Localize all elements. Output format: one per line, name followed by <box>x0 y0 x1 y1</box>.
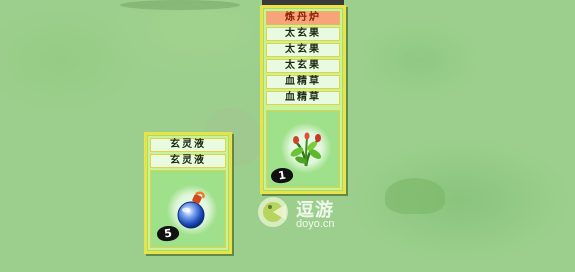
ingredient-label: 玄灵液 <box>150 138 226 152</box>
site-watermark: 逗游 doyo.cn <box>256 192 376 237</box>
furnace-recipe-panel[interactable]: 炼丹炉 太玄果 太玄果 太玄果 血精草 血精草 1 <box>260 5 346 194</box>
ingredient-label: 太玄果 <box>266 59 340 73</box>
background-bush <box>385 178 445 214</box>
item-count-badge: 1 <box>270 166 294 185</box>
ingredient-label: 血精草 <box>266 91 340 105</box>
ingredient-label: 血精草 <box>266 75 340 89</box>
item-count-badge: 5 <box>156 224 180 243</box>
elixir-panel[interactable]: 玄灵液 玄灵液 5 <box>144 132 232 254</box>
furnace-title: 炼丹炉 <box>266 11 340 25</box>
background-shadow <box>120 0 240 10</box>
ingredient-label: 太玄果 <box>266 27 340 41</box>
item-glow <box>281 123 331 173</box>
item-slot[interactable]: 5 <box>150 170 226 248</box>
herb-plant-icon <box>290 132 322 167</box>
ingredient-label: 太玄果 <box>266 43 340 57</box>
potion-flask-icon <box>177 191 205 229</box>
doyo-logo-icon <box>258 197 288 227</box>
ingredient-label: 玄灵液 <box>150 154 226 168</box>
watermark-url: doyo.cn <box>296 218 335 230</box>
item-slot[interactable]: 1 <box>266 110 340 188</box>
